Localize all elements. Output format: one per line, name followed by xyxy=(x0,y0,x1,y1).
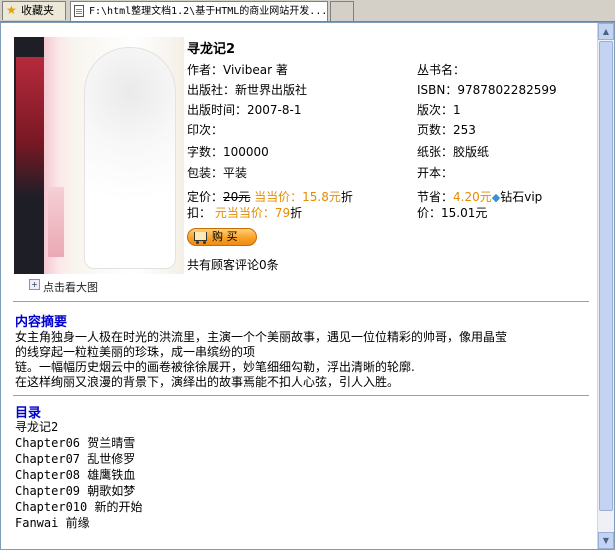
word-count: 字数：100000 xyxy=(187,145,269,159)
discount-suffix: 折 xyxy=(340,190,353,204)
edition: 版次：1 xyxy=(417,103,461,117)
isbn: ISBN：9787802282599 xyxy=(417,83,557,97)
toc-item: Chapter09 朝歌如梦 xyxy=(15,484,136,498)
magnify-icon: + xyxy=(29,279,40,290)
price-row: 定价：20元 当当价：15.8元折 xyxy=(187,188,353,205)
author: 作者：Vivibear 著 xyxy=(187,63,288,77)
cover-title-art xyxy=(16,57,44,197)
savings-row: 节省：4.20元◆钻石vip xyxy=(417,188,542,205)
impression: 印次： xyxy=(187,123,224,137)
document-icon xyxy=(74,5,84,17)
publish-date: 出版时间：2007-8-1 xyxy=(187,103,302,117)
scroll-up-button[interactable]: ▲ xyxy=(598,23,614,40)
book-format: 开本： xyxy=(417,166,454,180)
page-tab[interactable]: F:\html整理文档1.2\基于HTML的商业网站开发... xyxy=(70,1,328,21)
cart-icon xyxy=(194,232,207,244)
star-icon: ★ xyxy=(6,3,17,17)
new-tab-button[interactable] xyxy=(330,1,354,21)
discount-row: 扣： 元当当价：79折 xyxy=(187,204,302,221)
toc-item: Chapter06 贺兰晴雪 xyxy=(15,436,136,450)
price-label: 定价： xyxy=(187,190,224,204)
paper-type: 纸张：胶版纸 xyxy=(417,145,490,159)
toc-item: 寻龙记2 xyxy=(15,420,59,434)
toc-item: Chapter08 雄鹰铁血 xyxy=(15,468,136,482)
dangdang-discount: 元当当价：79 xyxy=(214,206,291,220)
toc-item: Fanwai 前缘 xyxy=(15,516,90,530)
browser-tab-bar: ★ 收藏夹 F:\html整理文档1.2\基于HTML的商业网站开发... xyxy=(0,0,615,22)
vip-price: 价：15.01元 xyxy=(417,206,488,220)
original-price: 20元 xyxy=(223,190,251,204)
binding: 包装：平装 xyxy=(187,166,248,180)
divider xyxy=(13,301,589,302)
summary-line: 在这样绚丽又浪漫的背景下，演绎出的故事焉能不扣人心弦，引人入胜。 xyxy=(15,375,400,389)
cover-ribbon xyxy=(48,187,64,257)
buy-label: 购 买 xyxy=(212,230,238,243)
favorites-tab[interactable]: ★ 收藏夹 xyxy=(2,1,66,20)
vertical-scrollbar[interactable]: ▲ ▼ xyxy=(597,23,614,549)
buy-button[interactable]: 购 买 xyxy=(187,228,257,246)
diamond-icon: ◆ xyxy=(491,191,501,204)
discount-suffix-2: 折 xyxy=(290,206,303,220)
cover-caption-label: 点击看大图 xyxy=(43,281,98,294)
discount-prefix: 扣： xyxy=(187,206,212,220)
divider xyxy=(13,395,589,396)
vip-label: 钻石vip xyxy=(500,190,543,204)
page-count: 页数：253 xyxy=(417,123,476,137)
scroll-down-button[interactable]: ▼ xyxy=(598,532,614,549)
dangdang-price: 当当价：15.8元 xyxy=(254,190,341,204)
series: 丛书名： xyxy=(417,63,466,77)
publisher: 出版社：新世界出版社 xyxy=(187,83,308,97)
page-tab-title: F:\html整理文档1.2\基于HTML的商业网站开发... xyxy=(89,6,328,17)
content-frame: + 点击看大图 寻龙记2 作者：Vivibear 著 出版社：新世界出版社 出版… xyxy=(0,22,615,550)
toc-item: Chapter07 乱世修罗 xyxy=(15,452,136,466)
favorites-label: 收藏夹 xyxy=(21,4,54,17)
savings-amount: 4.20元 xyxy=(453,190,492,204)
review-count: 共有顾客评论0条 xyxy=(187,258,279,272)
view-large-image-link[interactable]: + 点击看大图 xyxy=(29,279,98,295)
toc-item: Chapter010 新的开始 xyxy=(15,500,143,514)
savings-label: 节省： xyxy=(417,190,454,204)
cover-figure xyxy=(84,47,176,269)
book-cover-image[interactable] xyxy=(14,37,184,274)
scroll-thumb[interactable] xyxy=(599,41,613,511)
book-title: 寻龙记2 xyxy=(187,42,236,57)
